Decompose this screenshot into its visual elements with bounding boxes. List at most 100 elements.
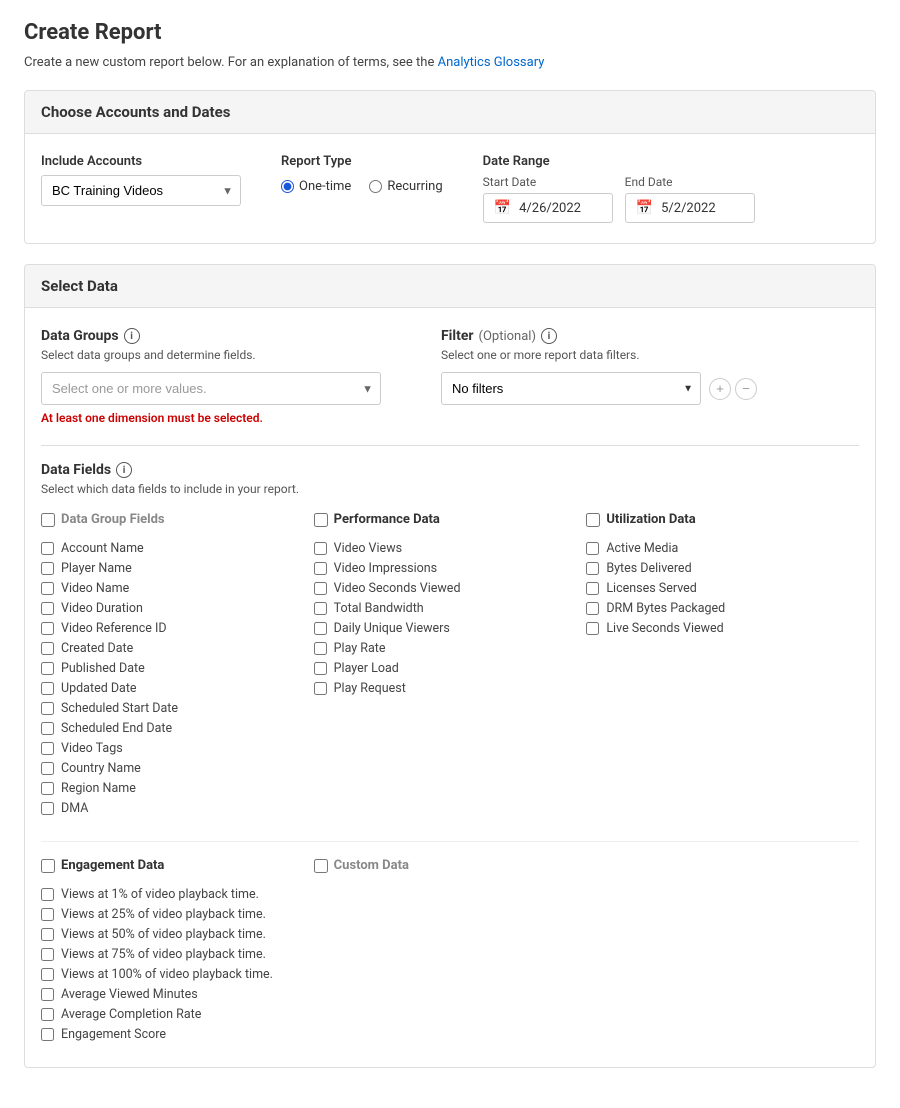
- filter-subtitle: Select one or more report data filters.: [441, 348, 859, 362]
- custom-data-col: Custom Data: [314, 858, 587, 1047]
- list-item: Views at 25% of video playback time.: [41, 907, 314, 922]
- list-item: Average Completion Rate: [41, 1007, 314, 1022]
- filter-add-button[interactable]: +: [709, 378, 731, 400]
- data-fields-section: Data Fields i Select which data fields t…: [41, 445, 859, 1047]
- engagement-data-header: Engagement Data: [61, 858, 164, 873]
- list-item: Average Viewed Minutes: [41, 987, 314, 1002]
- filter-remove-button[interactable]: −: [735, 378, 757, 400]
- data-groups-title: Data Groups i: [41, 328, 381, 344]
- data-groups-select-wrapper: Select one or more values. ▼: [41, 372, 381, 405]
- data-group-fields-col: Data Group Fields Account Name Player Na…: [41, 512, 314, 821]
- list-item: Scheduled End Date: [41, 721, 314, 736]
- start-date-input[interactable]: 📅 4/26/2022: [483, 193, 613, 223]
- performance-data-header: Performance Data: [334, 512, 440, 527]
- onetime-radio[interactable]: [281, 180, 294, 193]
- performance-data-checkbox[interactable]: [314, 513, 328, 527]
- report-type-onetime[interactable]: One-time: [281, 179, 351, 194]
- list-item: Daily Unique Viewers: [314, 621, 587, 636]
- data-groups-select[interactable]: Select one or more values.: [41, 372, 381, 405]
- end-date-group: End Date 📅 5/2/2022: [625, 175, 755, 223]
- list-item: DRM Bytes Packaged: [586, 601, 859, 616]
- report-type-recurring[interactable]: Recurring: [369, 179, 442, 194]
- list-item: Play Request: [314, 681, 587, 696]
- filter-select[interactable]: No filters: [441, 372, 701, 405]
- list-item: Video Seconds Viewed: [314, 581, 587, 596]
- report-type-group: Report Type One-time Recurring: [281, 154, 443, 194]
- engagement-data-col: Engagement Data Views at 1% of video pla…: [41, 858, 314, 1047]
- list-item: Account Name: [41, 541, 314, 556]
- include-accounts-group: Include Accounts BC Training Videos ▼: [41, 154, 241, 206]
- list-item: Views at 100% of video playback time.: [41, 967, 314, 982]
- start-date-calendar-icon: 📅: [494, 200, 511, 216]
- list-item: Views at 50% of video playback time.: [41, 927, 314, 942]
- data-groups-info-icon[interactable]: i: [124, 328, 140, 344]
- page-title: Create Report: [24, 20, 876, 45]
- filter-info-icon[interactable]: i: [541, 328, 557, 344]
- data-groups-subtitle: Select data groups and determine fields.: [41, 348, 381, 362]
- date-range-group: Date Range Start Date 📅 4/26/2022 End Da…: [483, 154, 755, 223]
- utilization-data-col: Utilization Data Active Media Bytes Deli…: [586, 512, 859, 821]
- list-item: Total Bandwidth: [314, 601, 587, 616]
- end-date-calendar-icon: 📅: [636, 200, 653, 216]
- data-group-fields-checkbox[interactable]: [41, 513, 55, 527]
- end-date-value: 5/2/2022: [661, 201, 716, 216]
- recurring-radio[interactable]: [369, 180, 382, 193]
- data-groups-error: At least one dimension must be selected.: [41, 411, 381, 425]
- list-item: Engagement Score: [41, 1027, 314, 1042]
- list-item: Video Name: [41, 581, 314, 596]
- filter-select-wrapper: No filters ▼: [441, 372, 701, 405]
- intro-text: Create a new custom report below. For an…: [24, 55, 876, 70]
- custom-data-checkbox[interactable]: [314, 859, 328, 873]
- list-item: Scheduled Start Date: [41, 701, 314, 716]
- accounts-dates-header: Choose Accounts and Dates: [25, 91, 875, 134]
- utilization-data-header: Utilization Data: [606, 512, 695, 527]
- include-accounts-label: Include Accounts: [41, 154, 241, 169]
- list-item: Updated Date: [41, 681, 314, 696]
- list-item: Created Date: [41, 641, 314, 656]
- select-data-header: Select Data: [25, 265, 875, 308]
- list-item: Video Views: [314, 541, 587, 556]
- start-date-value: 4/26/2022: [519, 201, 581, 216]
- list-item: Views at 1% of video playback time.: [41, 887, 314, 902]
- list-item: Region Name: [41, 781, 314, 796]
- filter-title: Filter (Optional) i: [441, 328, 859, 344]
- start-date-group: Start Date 📅 4/26/2022: [483, 175, 613, 223]
- engagement-data-checkbox[interactable]: [41, 859, 55, 873]
- data-fields-subtitle: Select which data fields to include in y…: [41, 482, 859, 496]
- list-item: Play Rate: [314, 641, 587, 656]
- list-item: Player Load: [314, 661, 587, 676]
- list-item: DMA: [41, 801, 314, 816]
- list-item: Video Tags: [41, 741, 314, 756]
- list-item: Published Date: [41, 661, 314, 676]
- list-item: Live Seconds Viewed: [586, 621, 859, 636]
- analytics-glossary-link[interactable]: Analytics Glossary: [438, 55, 545, 70]
- list-item: Bytes Delivered: [586, 561, 859, 576]
- filter-col: Filter (Optional) i Select one or more r…: [441, 328, 859, 425]
- accounts-dates-section: Choose Accounts and Dates Include Accoun…: [24, 90, 876, 244]
- list-item: Video Reference ID: [41, 621, 314, 636]
- list-item: Active Media: [586, 541, 859, 556]
- select-data-section: Select Data Data Groups i Select data gr…: [24, 264, 876, 1068]
- data-fields-info-icon[interactable]: i: [116, 462, 132, 478]
- data-fields-title: Data Fields i: [41, 462, 859, 478]
- data-groups-col: Data Groups i Select data groups and det…: [41, 328, 381, 425]
- list-item: Licenses Served: [586, 581, 859, 596]
- filter-optional: (Optional): [479, 329, 536, 344]
- list-item: Views at 75% of video playback time.: [41, 947, 314, 962]
- data-group-fields-header: Data Group Fields: [61, 512, 165, 527]
- custom-data-header: Custom Data: [334, 858, 409, 873]
- list-item: Player Name: [41, 561, 314, 576]
- report-type-label: Report Type: [281, 154, 443, 169]
- start-date-label: Start Date: [483, 175, 613, 189]
- end-date-input[interactable]: 📅 5/2/2022: [625, 193, 755, 223]
- include-accounts-wrapper: BC Training Videos ▼: [41, 175, 241, 206]
- end-date-label: End Date: [625, 175, 755, 189]
- utilization-data-checkbox[interactable]: [586, 513, 600, 527]
- recurring-label: Recurring: [387, 179, 442, 194]
- date-range-label: Date Range: [483, 154, 755, 169]
- list-item: Country Name: [41, 761, 314, 776]
- list-item: Video Impressions: [314, 561, 587, 576]
- performance-data-col: Performance Data Video Views Video Impre…: [314, 512, 587, 821]
- include-accounts-select[interactable]: BC Training Videos: [41, 175, 241, 206]
- list-item: Video Duration: [41, 601, 314, 616]
